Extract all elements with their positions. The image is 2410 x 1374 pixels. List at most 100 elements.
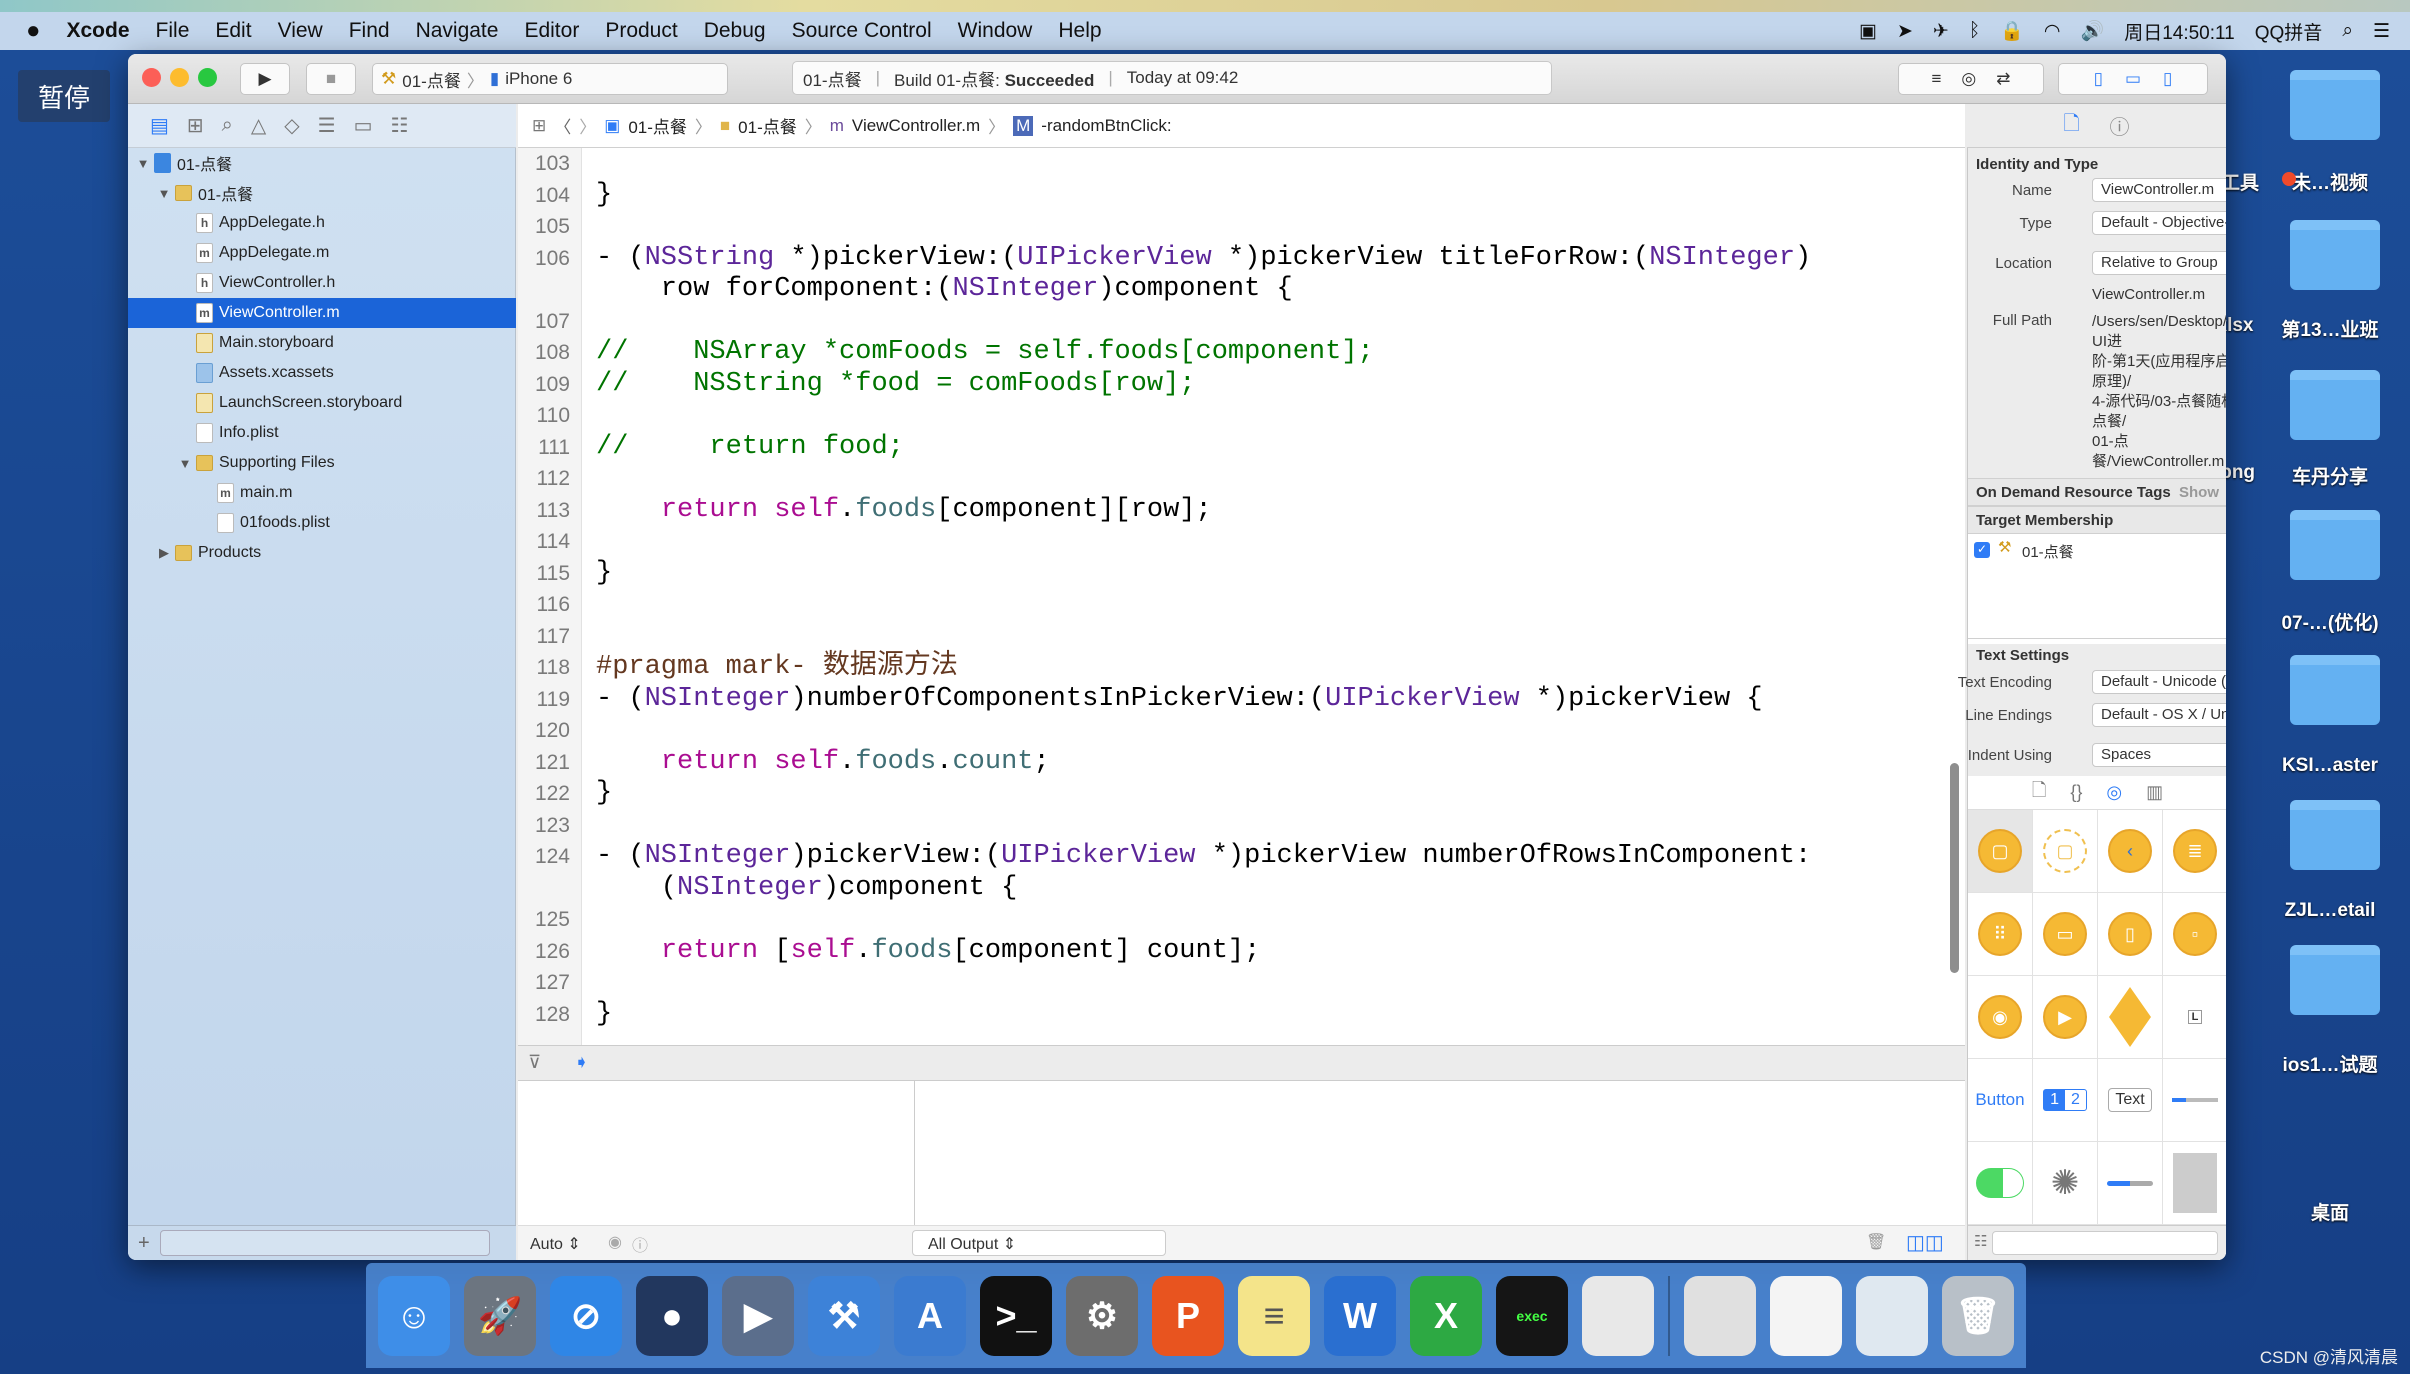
dock-excel-icon[interactable]: X	[1410, 1275, 1482, 1356]
desktop-folder-icon[interactable]	[2290, 220, 2380, 290]
dock-system-preferences-icon[interactable]: ⚙	[1066, 1275, 1138, 1356]
odr-show-button[interactable]: Show	[2179, 484, 2219, 501]
library-item[interactable]: ◉	[1968, 976, 2033, 1059]
menu-help[interactable]: Help	[1058, 19, 1101, 43]
debug-navigator-icon[interactable]: ☰	[318, 113, 336, 138]
eye-icon[interactable]: ◉	[608, 1232, 622, 1252]
apple-menu-icon[interactable]: ●	[26, 17, 41, 45]
line-endings-popup[interactable]: Default - OS X / Unix (LF)	[2092, 703, 2226, 727]
tree-item[interactable]: 01foods.plist	[128, 508, 516, 538]
breakpoint-navigator-icon[interactable]: ▭	[354, 113, 373, 138]
tree-item[interactable]: Info.plist	[128, 418, 516, 448]
dock-launchpad-icon[interactable]: 🚀	[464, 1275, 536, 1356]
tree-item[interactable]: ▼ Supporting Files	[128, 448, 516, 478]
wifi-icon[interactable]: ◠	[2044, 20, 2061, 43]
variables-scope-select[interactable]: Auto ⇕	[530, 1234, 581, 1254]
spotlight-search-icon[interactable]: ⌕	[2342, 20, 2353, 42]
dock-word-icon[interactable]: W	[1324, 1275, 1396, 1356]
desktop-folder-icon[interactable]	[2290, 70, 2380, 140]
menu-app-xcode[interactable]: Xcode	[67, 19, 130, 43]
dock-xcode-icon[interactable]: ⚒	[808, 1275, 880, 1356]
zoom-window-button[interactable]	[198, 68, 217, 87]
input-method[interactable]: QQ拼音	[2255, 18, 2323, 45]
menu-navigate[interactable]: Navigate	[416, 19, 499, 43]
media-library-icon[interactable]: ▥	[2146, 782, 2163, 803]
dock-mouse-app-icon[interactable]: ●	[636, 1275, 708, 1356]
quick-help-icon[interactable]: ⓘ	[2110, 111, 2130, 140]
minimize-window-button[interactable]	[170, 68, 189, 87]
desktop-folder-icon[interactable]	[2290, 370, 2380, 440]
dock-preview-1-icon[interactable]	[1582, 1275, 1654, 1356]
library-item[interactable]	[2098, 976, 2163, 1059]
library-item[interactable]	[2163, 1142, 2226, 1225]
navigator-filter-input[interactable]	[159, 1230, 490, 1256]
jump-group[interactable]: 01-点餐	[738, 113, 797, 138]
tree-item[interactable]: Assets.xcassets	[128, 358, 516, 388]
dock-finder-icon[interactable]: ☺	[378, 1275, 450, 1356]
library-item[interactable]: 12	[2033, 1059, 2098, 1142]
location-popup[interactable]: Relative to Group	[2092, 251, 2226, 275]
tree-item[interactable]: Main.storyboard	[128, 328, 516, 358]
desktop-folder-icon[interactable]	[2290, 945, 2380, 1015]
hide-debug-area-icon[interactable]: ⊽	[528, 1052, 541, 1073]
back-button[interactable]: 〈	[554, 113, 571, 138]
location-icon[interactable]: ➤	[1897, 20, 1913, 43]
tree-item[interactable]: m main.m	[128, 478, 516, 508]
dock-terminal-icon[interactable]: >_	[980, 1275, 1052, 1356]
desktop-item-label[interactable]: ios1…试题	[2250, 1050, 2410, 1077]
tree-item[interactable]: LaunchScreen.storyboard	[128, 388, 516, 418]
issue-navigator-icon[interactable]: △	[251, 113, 266, 138]
library-item[interactable]: Text	[2098, 1059, 2163, 1142]
file-template-library-icon[interactable]: 🗋	[2032, 778, 2046, 808]
indent-using-popup[interactable]: Spaces	[2092, 743, 2226, 767]
type-popup[interactable]: Default - Objective-C So...	[2092, 211, 2226, 235]
object-library-icon[interactable]: ◎	[2106, 782, 2122, 803]
menu-find[interactable]: Find	[349, 19, 390, 43]
dock-simulator-icon[interactable]: A	[894, 1275, 966, 1356]
library-item[interactable]: ✺	[2033, 1142, 2098, 1225]
project-navigator-icon[interactable]: ▤	[150, 113, 169, 138]
dock-safari-icon[interactable]: ⊘	[550, 1275, 622, 1356]
desktop-item-label[interactable]: KSI…aster	[2250, 755, 2410, 777]
dock-exec-icon[interactable]: exec	[1496, 1275, 1568, 1356]
toggle-navigator-icon[interactable]: ▯	[2094, 69, 2103, 89]
source-editor[interactable]: 103 104} 105 106- (NSString *)pickerView:(U…	[518, 148, 1965, 1099]
disclosure-collapsed-icon[interactable]: ▶	[157, 545, 171, 561]
target-checkbox[interactable]: ✓	[1974, 542, 1990, 558]
desktop-item-label[interactable]: 未…视频	[2250, 168, 2410, 195]
library-item[interactable]: L	[2163, 976, 2226, 1059]
menu-product[interactable]: Product	[605, 19, 677, 43]
forward-button[interactable]: 〉	[579, 113, 596, 138]
menu-edit[interactable]: Edit	[215, 19, 251, 43]
tree-item[interactable]: h ViewController.h	[128, 268, 516, 298]
report-navigator-icon[interactable]: ☷	[391, 113, 409, 138]
library-item[interactable]	[2098, 1142, 2163, 1225]
dock-notes-icon[interactable]: ≡	[1238, 1275, 1310, 1356]
library-filter-input[interactable]	[1992, 1231, 2218, 1255]
disclosure-expanded-icon[interactable]: ▼	[178, 456, 192, 471]
library-item[interactable]: ▭	[2033, 893, 2098, 976]
tree-item[interactable]: m AppDelegate.m	[128, 238, 516, 268]
library-item[interactable]	[2163, 1059, 2226, 1142]
editor-scrollbar[interactable]	[1950, 763, 1959, 973]
desktop-item-label[interactable]: 车丹分享	[2250, 462, 2410, 489]
menu-window[interactable]: Window	[958, 19, 1033, 43]
notification-center-icon[interactable]: ☰	[2373, 20, 2390, 43]
desktop-folder-icon[interactable]	[2290, 655, 2380, 725]
run-button[interactable]: ▶	[240, 63, 290, 95]
tree-item[interactable]: ▼ 01-点餐	[128, 148, 516, 178]
library-item[interactable]: ▢	[1968, 810, 2033, 893]
scheme-selector[interactable]: ⚒ 01-点餐 〉 ▮ iPhone 6	[372, 63, 728, 95]
desktop-item-label[interactable]: 桌面	[2250, 1198, 2410, 1225]
version-editor-icon[interactable]: ⇄	[1996, 69, 2010, 89]
library-item[interactable]: ≣	[2163, 810, 2226, 893]
dock-video-app-icon[interactable]: ▶	[722, 1275, 794, 1356]
text-encoding-popup[interactable]: Default - Unicode (UTF-8)	[2092, 670, 2226, 694]
find-navigator-icon[interactable]: ⌕	[222, 114, 233, 137]
desktop-folder-icon[interactable]	[2290, 800, 2380, 870]
tree-item[interactable]: ▶ Products	[128, 538, 516, 568]
jump-file[interactable]: ViewController.m	[852, 116, 980, 136]
split-view-icon[interactable]: ◫◫	[1906, 1230, 1944, 1255]
disclosure-expanded-icon[interactable]: ▼	[136, 156, 150, 171]
tree-item[interactable]: h AppDelegate.h	[128, 208, 516, 238]
